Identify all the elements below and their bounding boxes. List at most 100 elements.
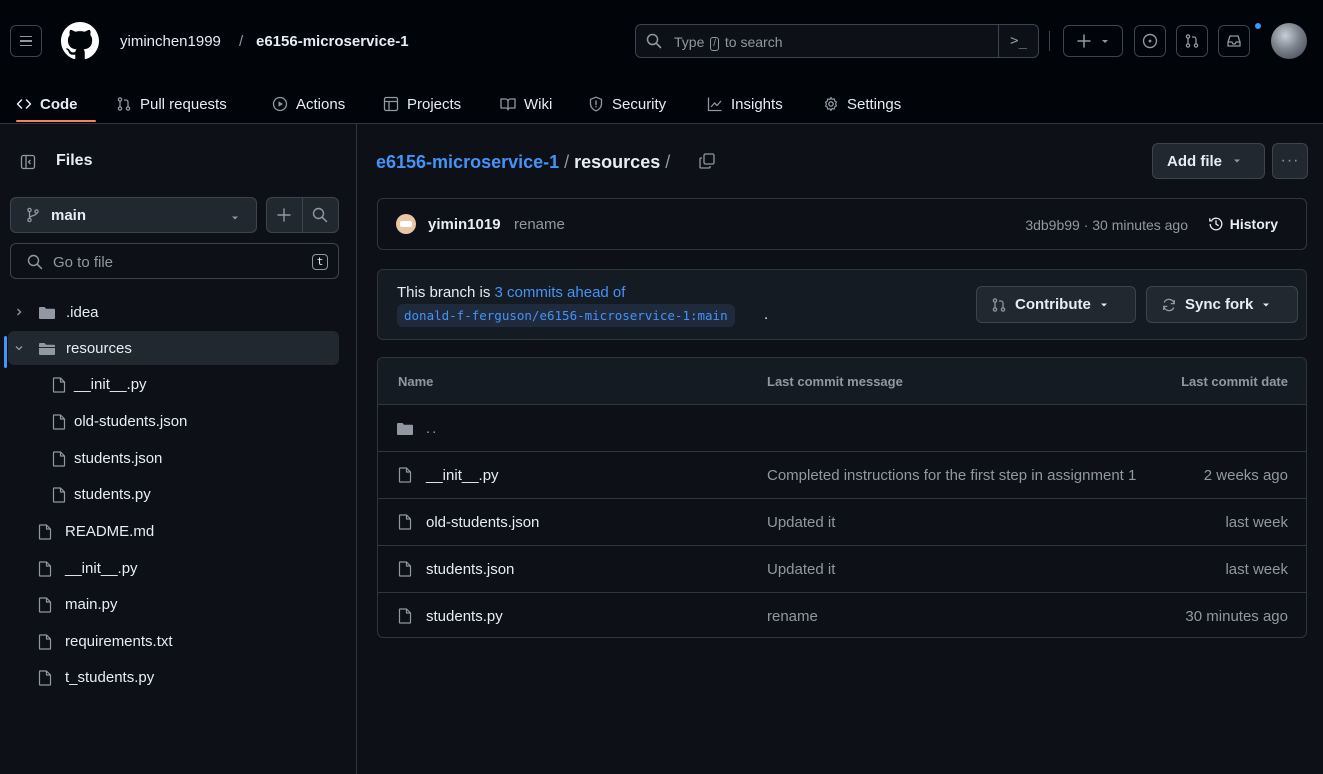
folder-icon: [397, 423, 413, 435]
commit-hash-time[interactable]: 3db9b99 · 30 minutes ago: [1025, 217, 1188, 233]
repo-owner-link[interactable]: yiminchen1999: [120, 33, 221, 50]
tab-pull-requests[interactable]: Pull requests: [116, 88, 227, 120]
file-tree-sidebar: Files main Go to file t .idea resources …: [0, 124, 357, 774]
tree-item-label: .idea: [66, 304, 99, 321]
command-palette-button[interactable]: >_: [998, 25, 1038, 57]
column-header-message: Last commit message: [767, 374, 903, 389]
tab-actions-label: Actions: [296, 95, 346, 113]
search-placeholder-suffix: to search: [724, 34, 783, 50]
github-logo-icon[interactable]: [61, 22, 99, 60]
folder-open-icon: [39, 343, 55, 355]
sync-fork-button[interactable]: Sync fork: [1146, 286, 1298, 323]
add-file-label: Add file: [1167, 152, 1222, 170]
file-icon: [38, 597, 52, 613]
menu-button[interactable]: [10, 25, 42, 57]
tab-settings[interactable]: Settings: [823, 88, 901, 120]
search-files-button[interactable]: [303, 198, 339, 232]
path-separator: /: [239, 33, 244, 50]
commits-ahead-link[interactable]: 3 commits ahead of: [495, 284, 626, 301]
branch-status-prefix: This branch is: [397, 284, 495, 301]
add-file-dropdown-button[interactable]: Add file: [1152, 143, 1265, 179]
file-name-link[interactable]: students.json: [426, 561, 514, 578]
file-icon: [38, 524, 52, 540]
go-to-file-placeholder: Go to file: [53, 254, 114, 271]
tab-insights[interactable]: Insights: [707, 88, 783, 120]
tree-folder-idea[interactable]: .idea: [8, 295, 339, 329]
commit-message-link[interactable]: Updated it: [767, 561, 1152, 578]
file-icon: [398, 561, 412, 577]
notification-indicator: [1254, 22, 1262, 30]
tab-code[interactable]: Code: [16, 88, 78, 120]
commit-author-avatar[interactable]: [396, 214, 416, 234]
more-options-button[interactable]: ···: [1272, 143, 1308, 179]
commit-author-link[interactable]: yimin1019: [428, 216, 501, 233]
commit-message-link[interactable]: Updated it: [767, 514, 1152, 531]
tab-security[interactable]: Security: [588, 88, 666, 120]
book-icon: [500, 98, 516, 111]
tab-pull-requests-label: Pull requests: [140, 95, 227, 113]
repo-name-link[interactable]: e6156-microservice-1: [256, 33, 409, 50]
contribute-button[interactable]: Contribute: [976, 286, 1136, 323]
tree-file-students-json[interactable]: students.json: [8, 441, 339, 475]
tree-file-init-py-nested[interactable]: __init__.py: [8, 367, 339, 401]
branch-selector[interactable]: main: [10, 197, 257, 233]
code-icon: [16, 99, 32, 109]
tree-file-t-students-py[interactable]: t_students.py: [8, 660, 339, 694]
file-name-link[interactable]: old-students.json: [426, 514, 539, 531]
table-row[interactable]: students.json Updated it last week: [378, 546, 1306, 593]
file-icon: [398, 608, 412, 624]
table-row-parent-dir[interactable]: ..: [378, 405, 1306, 452]
tree-file-students-py[interactable]: students.py: [8, 477, 339, 511]
git-branch-icon: [27, 207, 39, 223]
latest-commit-bar: yimin1019 rename 3db9b99 · 30 minutes ag…: [377, 198, 1307, 250]
sidebar-collapse-icon: [20, 154, 36, 170]
table-row[interactable]: __init__.py Completed instructions for t…: [378, 452, 1306, 499]
search-placeholder-prefix: Type: [674, 34, 705, 50]
upstream-branch-link[interactable]: donald-f-ferguson/e6156-microservice-1:m…: [397, 304, 735, 327]
tab-actions[interactable]: Actions: [272, 88, 345, 120]
plus-icon: [1077, 34, 1091, 48]
repo-nav-tabs: Code Pull requests Actions Projects Wiki…: [0, 80, 1323, 124]
tree-item-label: README.md: [65, 523, 155, 540]
commit-message-link[interactable]: Completed instructions for the first ste…: [767, 467, 1152, 484]
top-bar: yiminchen1999 / e6156-microservice-1 Typ…: [0, 0, 1323, 80]
triangle-down-icon: [1234, 159, 1240, 163]
pull-requests-button[interactable]: [1176, 25, 1208, 57]
search-icon: [27, 254, 43, 270]
file-name-link[interactable]: __init__.py: [426, 467, 499, 484]
collapse-sidebar-button[interactable]: [14, 148, 42, 176]
issues-button[interactable]: [1134, 25, 1166, 57]
tree-file-init-py[interactable]: __init__.py: [8, 551, 339, 585]
tree-item-label: old-students.json: [74, 413, 188, 430]
tree-file-old-students-json[interactable]: old-students.json: [8, 404, 339, 438]
go-to-file-input[interactable]: Go to file t: [10, 243, 339, 279]
tree-file-main-py[interactable]: main.py: [8, 587, 339, 621]
tree-item-label: main.py: [65, 596, 118, 613]
table-row[interactable]: students.py rename 30 minutes ago: [378, 593, 1306, 637]
copy-path-icon[interactable]: [698, 152, 716, 170]
inbox-button[interactable]: [1218, 25, 1250, 57]
file-icon: [52, 451, 66, 467]
table-row[interactable]: old-students.json Updated it last week: [378, 499, 1306, 546]
folder-icon: [39, 307, 55, 319]
tree-file-readme[interactable]: README.md: [8, 514, 339, 548]
file-table-header: Name Last commit message Last commit dat…: [378, 358, 1306, 405]
search-placeholder: Type / to search: [674, 34, 783, 51]
breadcrumb-current: resources: [574, 152, 661, 172]
file-icon: [38, 634, 52, 650]
create-new-button[interactable]: [1063, 25, 1123, 57]
tree-file-requirements[interactable]: requirements.txt: [8, 624, 339, 658]
breadcrumb-repo-link[interactable]: e6156-microservice-1: [376, 152, 559, 172]
tree-folder-resources[interactable]: resources: [8, 331, 339, 365]
file-name-link[interactable]: students.py: [426, 608, 503, 625]
commit-message-link[interactable]: rename: [767, 608, 1152, 625]
commit-message-link[interactable]: rename: [514, 216, 565, 233]
tab-wiki[interactable]: Wiki: [500, 88, 552, 120]
history-button[interactable]: History: [1208, 216, 1278, 232]
search-input[interactable]: Type / to search >_: [635, 24, 1039, 58]
tree-item-label: students.json: [74, 450, 163, 467]
tab-projects[interactable]: Projects: [383, 88, 461, 120]
add-file-button[interactable]: [267, 198, 303, 232]
user-avatar[interactable]: [1271, 23, 1307, 59]
tree-item-label: requirements.txt: [65, 633, 173, 650]
